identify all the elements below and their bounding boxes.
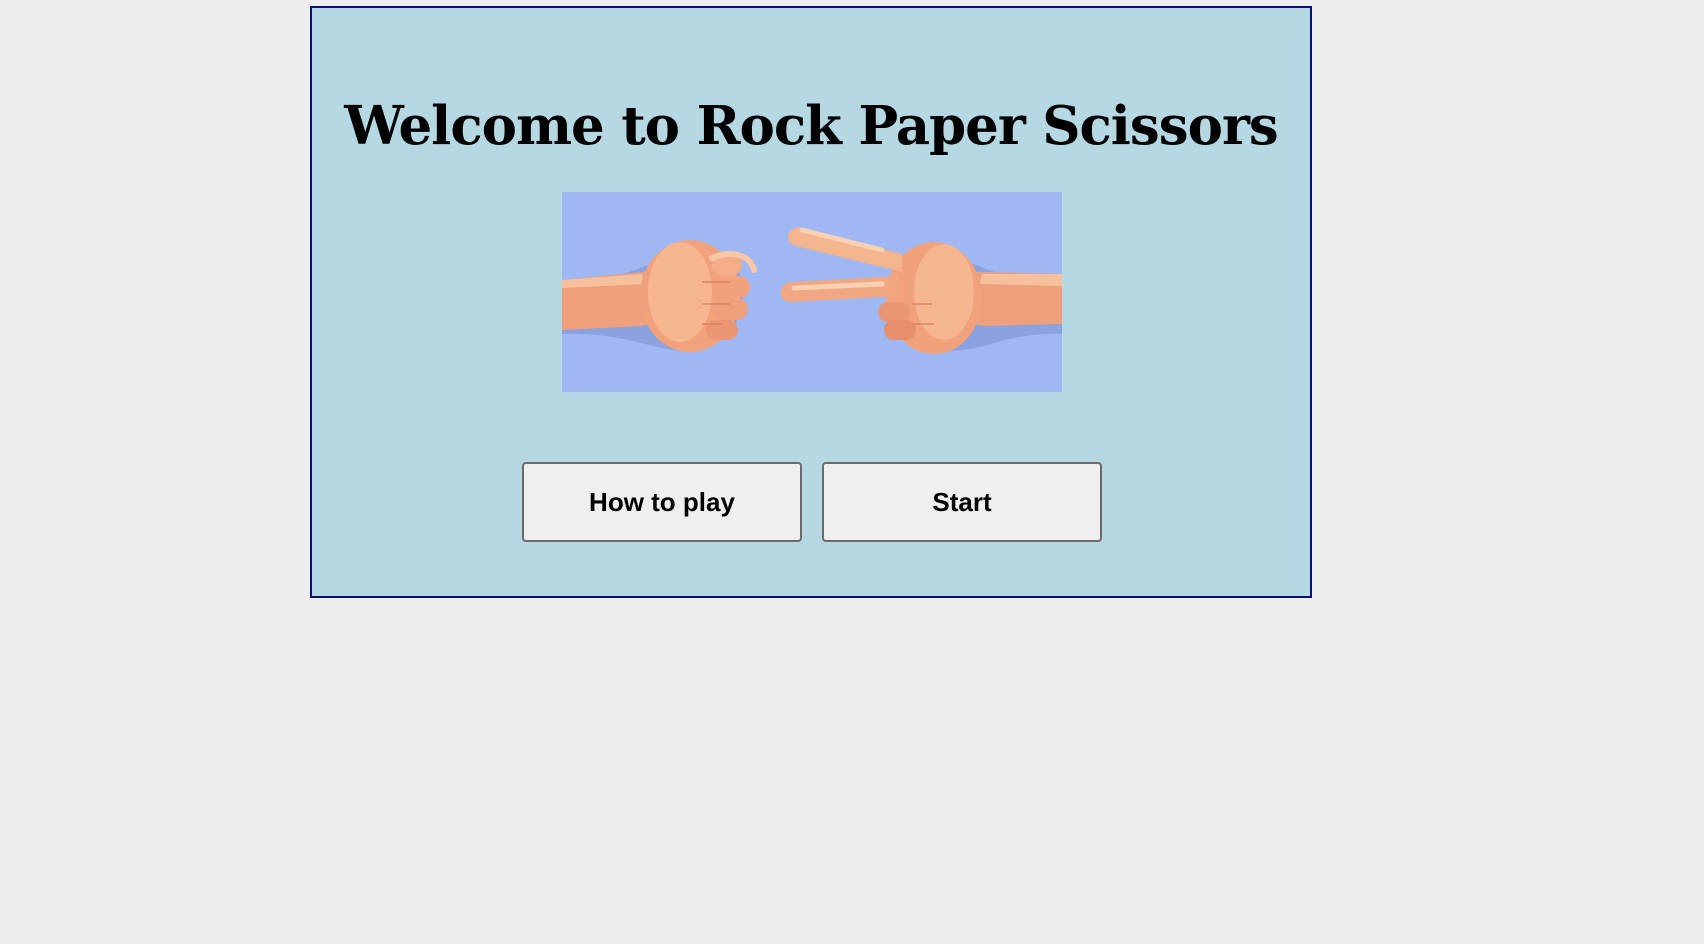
page-title: Welcome to Rock Paper Scissors xyxy=(344,95,1278,157)
how-to-play-button[interactable]: How to play xyxy=(522,462,802,542)
rock-scissors-hands-illustration xyxy=(562,227,1062,354)
rock-fist xyxy=(562,240,757,352)
start-button[interactable]: Start xyxy=(822,462,1102,542)
game-panel: Welcome to Rock Paper Scissors How to pl… xyxy=(310,6,1312,598)
hero-image xyxy=(562,192,1062,392)
